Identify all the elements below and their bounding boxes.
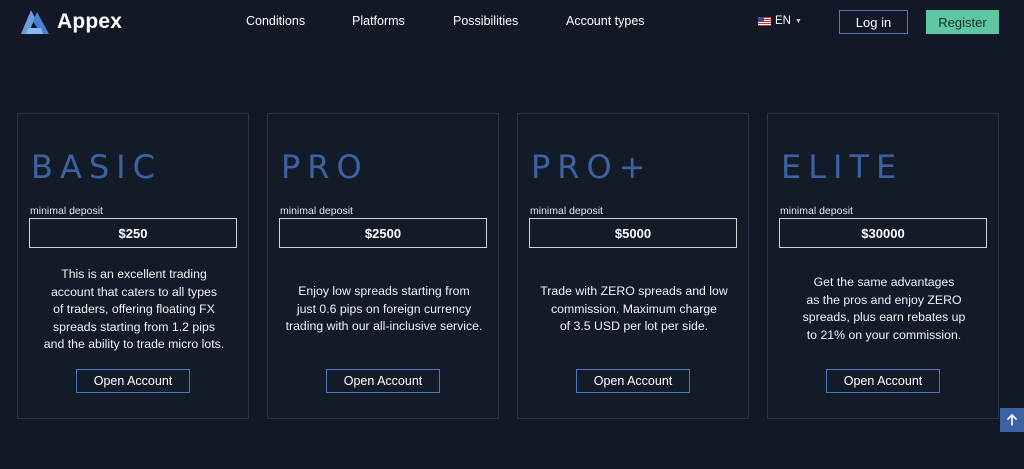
nav-item-account-types[interactable]: Account types <box>566 14 645 28</box>
deposit-label: minimal deposit <box>780 205 853 217</box>
open-account-button[interactable]: Open Account <box>76 369 190 393</box>
desc-line: commission. Maximum charge <box>550 301 718 316</box>
nav-item-platforms[interactable]: Platforms <box>352 14 405 28</box>
plan-card-pro-plus: PRO+ minimal deposit $5000 Trade with ZE… <box>517 113 749 419</box>
arrow-up-icon <box>1007 414 1017 426</box>
language-code: EN <box>775 15 791 27</box>
deposit-label: minimal deposit <box>530 205 603 217</box>
deposit-amount: $5000 <box>529 218 737 248</box>
register-button[interactable]: Register <box>926 10 999 34</box>
plan-description: This is an excellent trading account tha… <box>28 266 240 354</box>
chevron-down-icon: ▼ <box>794 17 802 25</box>
plan-description: Trade with ZERO spreads and low commissi… <box>528 283 740 336</box>
desc-line: trading with our all-inclusive service. <box>285 319 483 333</box>
plan-title: PRO+ <box>531 148 653 186</box>
open-account-button[interactable]: Open Account <box>826 369 940 393</box>
desc-line: just 0.6 pips on foreign currency <box>296 301 472 316</box>
nav-item-conditions[interactable]: Conditions <box>246 14 305 28</box>
desc-line: to 21% on your commission. <box>806 327 962 342</box>
language-selector[interactable]: EN ▼ <box>758 15 802 27</box>
site-header: Appex Conditions Platforms Possibilities… <box>0 0 1024 44</box>
desc-line: spreads, plus earn rebates up <box>802 310 966 324</box>
desc-line: of traders, offering floating FX <box>53 302 215 316</box>
desc-line: Get the same advantages <box>813 275 955 289</box>
desc-line: spreads starting from 1.2 pips <box>53 319 215 334</box>
nav-item-possibilities[interactable]: Possibilities <box>453 14 518 28</box>
plan-title: PRO <box>281 148 369 186</box>
plan-description: Enjoy low spreads starting from just 0.6… <box>278 283 490 336</box>
plan-title: ELITE <box>781 148 904 186</box>
us-flag-icon <box>758 16 771 26</box>
desc-line: of 3.5 USD per lot per side. <box>559 319 709 333</box>
desc-line: Trade with ZERO spreads and low <box>540 284 728 298</box>
open-account-button[interactable]: Open Account <box>576 369 690 393</box>
deposit-label: minimal deposit <box>280 205 353 217</box>
deposit-amount: $250 <box>29 218 237 248</box>
scroll-to-top-button[interactable] <box>1000 408 1024 432</box>
deposit-label: minimal deposit <box>30 205 103 217</box>
desc-line: account that caters to all types <box>50 284 218 299</box>
plan-card-basic: BASIC minimal deposit $250 This is an ex… <box>17 113 249 419</box>
desc-line: and the ability to trade micro lots. <box>43 337 225 351</box>
login-button[interactable]: Log in <box>839 10 908 34</box>
deposit-amount: $2500 <box>279 218 487 248</box>
desc-line: This is an excellent trading <box>61 267 207 281</box>
desc-line: Enjoy low spreads starting from <box>298 284 470 298</box>
plan-title: BASIC <box>31 148 162 186</box>
plan-description: Get the same advantages as the pros and … <box>778 274 990 344</box>
plan-card-elite: ELITE minimal deposit $30000 Get the sam… <box>767 113 999 419</box>
open-account-button[interactable]: Open Account <box>326 369 440 393</box>
deposit-amount: $30000 <box>779 218 987 248</box>
plan-card-pro: PRO minimal deposit $2500 Enjoy low spre… <box>267 113 499 419</box>
desc-line: as the pros and enjoy ZERO <box>806 292 962 307</box>
